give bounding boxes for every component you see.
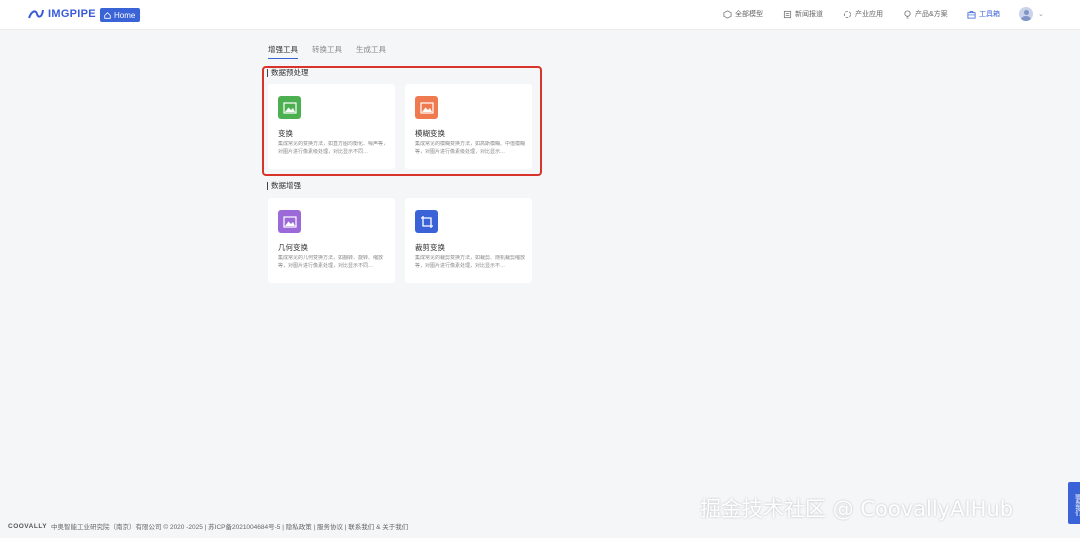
home-button[interactable]: Home — [100, 8, 141, 22]
tool-card-blur[interactable]: 模糊变换 集成常见的模糊变换方法，如高斯模糊、中值模糊等，对图片进行像素级处理，… — [405, 84, 532, 169]
section-title-preprocess: 数据预处理 — [267, 69, 309, 77]
nav-toolbox[interactable]: 工具箱 — [967, 9, 1000, 19]
logo-icon — [28, 9, 44, 19]
image-icon — [278, 96, 301, 119]
nav-label: 全部模型 — [735, 11, 763, 18]
home-button-label: Home — [114, 10, 136, 20]
image-icon — [415, 96, 438, 119]
tool-card-crop[interactable]: 裁剪变换 集成常见的裁剪变换方法，如裁剪、随机裁剪缩放等，对图片进行像素处理，对… — [405, 198, 532, 283]
card-description: 集成常见的几何变换方法，如翻转、旋转、缩放等，对图片进行像素处理，对比显示不同… — [278, 255, 384, 269]
card-title: 变换 — [278, 129, 293, 138]
tool-card-geometric[interactable]: 几何变换 集成常见的几何变换方法，如翻转、旋转、缩放等，对图片进行像素处理，对比… — [268, 198, 395, 283]
card-title: 几何变换 — [278, 243, 308, 252]
nav-label: 产品&方案 — [915, 11, 948, 18]
contact-float-button[interactable]: 联系我们 — [1068, 482, 1080, 524]
nav-products[interactable]: 产品&方案 — [903, 9, 948, 19]
card-description: 集成常见的变换方法，如直方图均衡化、噪声等，对图片进行像素级处理，对比显示不同… — [278, 141, 389, 155]
footer: COOVALLY 中奥智能工业研究院（南京）有限公司 © 2020 -2025 … — [8, 521, 409, 532]
logo-text: IMGPIPE — [48, 8, 96, 20]
home-icon — [104, 11, 111, 19]
nav-news[interactable]: 新闻报道 — [783, 9, 823, 19]
nav-label: 工具箱 — [979, 11, 1000, 18]
tool-tabs: 增强工具 转换工具 生成工具 — [268, 44, 386, 59]
user-avatar[interactable] — [1019, 7, 1033, 21]
card-description: 集成常见的模糊变换方法，如高斯模糊、中值模糊等，对图片进行像素级处理，对比显示… — [415, 141, 526, 155]
lightbulb-icon — [904, 9, 911, 18]
site-logo[interactable]: IMGPIPE — [28, 8, 96, 20]
crop-icon — [415, 210, 438, 233]
top-navbar: IMGPIPE Home 全部模型 新闻报道 产业应用 产品&方案 工具箱 ⌄ — [0, 0, 1080, 30]
tab-generate[interactable]: 生成工具 — [356, 44, 386, 59]
footer-text: 中奥智能工业研究院（南京）有限公司 © 2020 -2025 | 苏ICP备20… — [51, 524, 409, 531]
tool-card-transform[interactable]: 变换 集成常见的变换方法，如直方图均衡化、噪声等，对图片进行像素级处理，对比显示… — [268, 84, 395, 169]
newspaper-icon — [783, 10, 792, 18]
footer-logo: COOVALLY — [8, 522, 48, 530]
puzzle-icon — [843, 10, 852, 18]
toolbox-icon — [967, 10, 976, 19]
cube-icon — [723, 9, 732, 19]
nav-label: 新闻报道 — [795, 11, 823, 18]
nav-industry[interactable]: 产业应用 — [843, 9, 883, 19]
image-icon — [278, 210, 301, 233]
chevron-down-icon[interactable]: ⌄ — [1038, 10, 1044, 18]
tab-enhance[interactable]: 增强工具 — [268, 44, 298, 59]
card-description: 集成常见的裁剪变换方法，如裁剪、随机裁剪缩放等，对图片进行像素处理，对比显示不… — [415, 255, 526, 269]
watermark: 掘金技术社区 @ CoovallyAIHub — [700, 497, 1014, 521]
card-title: 模糊变换 — [415, 129, 445, 138]
card-title: 裁剪变换 — [415, 243, 445, 252]
nav-label: 产业应用 — [855, 11, 883, 18]
section-title-augment: 数据增强 — [267, 182, 301, 190]
tab-convert[interactable]: 转换工具 — [312, 44, 342, 59]
nav-all-models[interactable]: 全部模型 — [723, 9, 763, 19]
